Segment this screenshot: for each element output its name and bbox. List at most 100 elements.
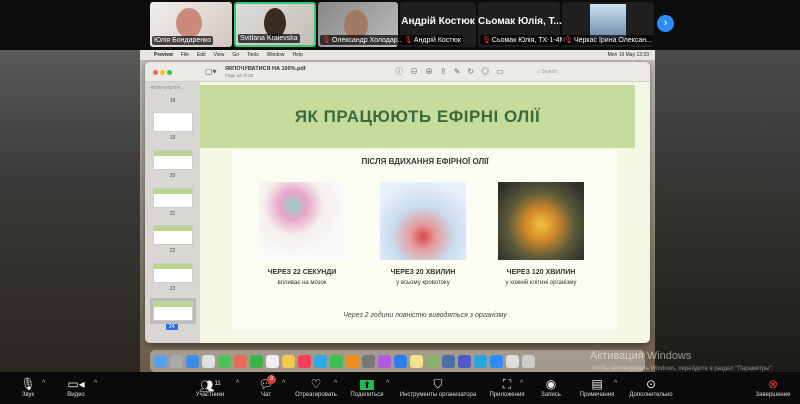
- fact-description: впливає на мозок: [277, 280, 327, 286]
- zoom-icon[interactable]: [490, 354, 503, 368]
- zoom-out-icon[interactable]: ⊖: [410, 67, 425, 76]
- participant-display-name: Сьомак Юлія, Т...: [478, 16, 562, 27]
- chat-options-caret[interactable]: ^: [282, 380, 285, 387]
- sidebar-toggle-icon[interactable]: ▢▾: [205, 67, 217, 76]
- participant-tile[interactable]: Андрій Костюк 🎙Андрій Костюк: [400, 2, 476, 47]
- participant-tile[interactable]: 🎙Черкас Ірина Олексан...: [562, 2, 654, 47]
- sidebar-title: ЯКПОЧУВАТИ...: [150, 85, 184, 90]
- fact-caption: ЧЕРЕЗ 120 ХВИЛИН: [506, 269, 576, 276]
- share-options-caret[interactable]: ^: [386, 380, 389, 387]
- share-label: Поделиться: [350, 392, 384, 398]
- page-thumbnail[interactable]: [153, 150, 193, 170]
- participant-name: Svitlana Kraievska: [238, 34, 300, 43]
- finder-icon[interactable]: [154, 354, 167, 368]
- menu-go[interactable]: Go: [232, 52, 239, 58]
- more-button[interactable]: ⊙ Дополнительно: [626, 376, 676, 398]
- appstore-icon[interactable]: [394, 354, 407, 368]
- audio-options-caret[interactable]: ^: [42, 380, 45, 387]
- notes-icon[interactable]: [282, 354, 295, 368]
- audio-button[interactable]: 🎙︎ Звук: [14, 376, 42, 398]
- zoom-in-icon[interactable]: ⊕: [425, 67, 440, 76]
- zoom-window-button[interactable]: [167, 70, 172, 75]
- menubar-clock: Mon 19 May 12:33: [607, 52, 649, 58]
- form-icon[interactable]: ▭: [496, 67, 511, 76]
- trash-icon[interactable]: [522, 354, 535, 368]
- brain-woman-image: [259, 182, 345, 260]
- numbers-icon[interactable]: [330, 354, 343, 368]
- camera-icon: ▭◂: [67, 377, 85, 391]
- menu-view[interactable]: View: [214, 52, 225, 58]
- minimize-window-button[interactable]: [160, 70, 165, 75]
- react-options-caret[interactable]: ^: [334, 380, 337, 387]
- react-label: Отреагировать: [295, 392, 337, 398]
- page-thumbnail[interactable]: [153, 188, 193, 208]
- toolbar-icons[interactable]: ⓘ⊖⊕⇪✎↻◎▭: [395, 66, 511, 77]
- page-number: 21: [169, 211, 176, 217]
- photos-icon[interactable]: [234, 354, 247, 368]
- participant-tile-active[interactable]: Svitlana Kraievska: [234, 2, 316, 47]
- safari-icon[interactable]: [186, 354, 199, 368]
- rotate-icon[interactable]: ↻: [467, 67, 481, 76]
- settings-icon[interactable]: [362, 354, 375, 368]
- zoom-app-icon[interactable]: [442, 354, 455, 368]
- keynote-icon[interactable]: [314, 354, 327, 368]
- markup-icon[interactable]: ✎: [454, 67, 468, 76]
- search-field[interactable]: ⌕ Search: [537, 67, 627, 77]
- menu-tools[interactable]: Tools: [247, 52, 259, 58]
- participant-tile[interactable]: 🎙Олександр Холодар...: [318, 2, 406, 47]
- close-window-button[interactable]: [153, 70, 158, 75]
- recent-file-icon[interactable]: [506, 354, 519, 368]
- menu-help[interactable]: Help: [293, 52, 303, 58]
- page-thumbnail[interactable]: [153, 112, 193, 132]
- notes-options-caret[interactable]: ^: [614, 380, 617, 387]
- pages-icon[interactable]: [346, 354, 359, 368]
- music-icon[interactable]: [298, 354, 311, 368]
- highlight-icon[interactable]: ◎: [481, 67, 496, 76]
- participant-display-name: Андрій Костюк: [401, 16, 475, 27]
- page-thumbnail[interactable]: [153, 263, 193, 283]
- chat-button[interactable]: 💬︎ 3 Чат: [254, 375, 278, 398]
- mic-muted-icon: 🎙: [404, 37, 413, 44]
- launchpad-icon[interactable]: [170, 354, 183, 368]
- page-info: Page 24 of 28: [225, 73, 254, 78]
- page-thumbnail[interactable]: [153, 225, 193, 245]
- podcasts-icon[interactable]: [378, 354, 391, 368]
- menu-edit[interactable]: Edit: [197, 52, 206, 58]
- preview-icon[interactable]: [426, 354, 439, 368]
- video-options-caret[interactable]: ^: [94, 380, 97, 387]
- chat-label: Чат: [261, 392, 271, 398]
- next-participants-button[interactable]: ›: [657, 15, 674, 32]
- participant-tile[interactable]: Сьомак Юлія, Т... 🎙Сьомак Юлія, ТХ-1-4М: [478, 2, 568, 47]
- participants-button[interactable]: 👥︎11 Участники: [190, 376, 230, 398]
- host-tools-button[interactable]: ⛉ Инструменты организатора: [396, 376, 480, 398]
- notes-label: Примечания: [579, 392, 615, 398]
- stickies-icon[interactable]: [410, 354, 423, 368]
- react-button[interactable]: ♡ Отреагировать: [292, 376, 340, 398]
- page-number: 18: [169, 98, 176, 104]
- page-thumbnail-selected[interactable]: [150, 298, 196, 324]
- end-meeting-button[interactable]: ⊗ Завершение: [752, 376, 794, 398]
- share-screen-button[interactable]: ⬆ Поделиться: [346, 376, 388, 398]
- video-button[interactable]: ▭◂ Видео: [62, 376, 90, 398]
- teams-icon[interactable]: [458, 354, 471, 368]
- messages-icon[interactable]: [218, 354, 231, 368]
- fact-column: ЧЕРЕЗ 22 СЕКУНДИ впливає на мозок: [247, 182, 357, 286]
- notes-button[interactable]: ▤ Примечания: [576, 376, 618, 398]
- chat-badge: 3: [267, 375, 276, 384]
- menu-file[interactable]: File: [181, 52, 189, 58]
- telegram-icon[interactable]: [474, 354, 487, 368]
- info-icon[interactable]: ⓘ: [395, 67, 410, 76]
- participant-tile[interactable]: Юлія Бондаренко: [150, 2, 232, 47]
- apps-options-caret[interactable]: ^: [520, 380, 523, 387]
- menu-app[interactable]: Preview: [154, 52, 173, 58]
- participants-options-caret[interactable]: ^: [236, 380, 239, 387]
- search-placeholder: Search: [541, 69, 558, 75]
- page-number: 23: [169, 286, 176, 292]
- record-button[interactable]: ◉ Запись: [536, 376, 566, 398]
- notes-icon: ▤: [591, 377, 603, 391]
- share-icon[interactable]: ⇪: [440, 67, 454, 76]
- chrome-icon[interactable]: [202, 354, 215, 368]
- calendar-icon[interactable]: [266, 354, 279, 368]
- menu-window[interactable]: Window: [267, 52, 285, 58]
- facetime-icon[interactable]: [250, 354, 263, 368]
